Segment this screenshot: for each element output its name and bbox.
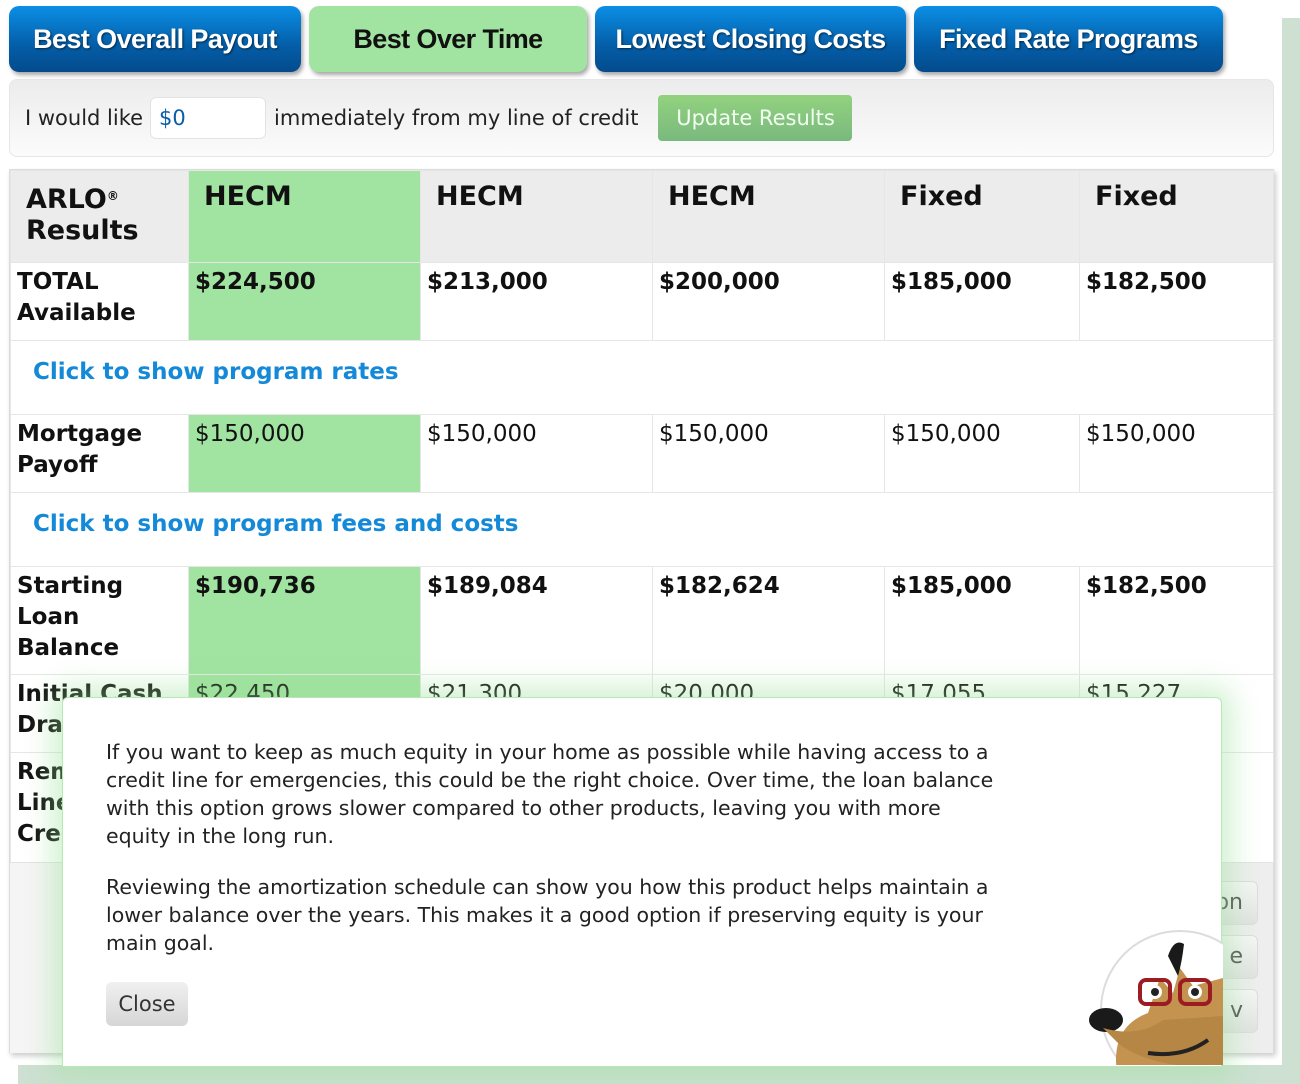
table-cell: $190,736 [188, 566, 421, 675]
results-word: Results [26, 215, 139, 246]
column-header: HECM [420, 170, 653, 263]
dog-mascot-icon [1089, 930, 1223, 1065]
tab-lowest-closing-costs[interactable]: Lowest Closing Costs [595, 6, 906, 72]
modal-paragraph: Reviewing the amortization schedule can … [106, 875, 989, 955]
row-label: Mortgage Payoff [10, 414, 189, 493]
table-row-fees-link: Click to show program fees and costs [10, 492, 1274, 567]
arlo-brand: ARLO [26, 184, 107, 215]
table-row-mortgage-payoff: Mortgage Payoff $150,000 $150,000 $150,0… [10, 414, 1274, 493]
table-cell: $185,000 [884, 262, 1080, 341]
column-header: Fixed [1079, 170, 1274, 263]
background-band-bottom [18, 1065, 1300, 1084]
modal-paragraph: If you want to keep as much equity in yo… [106, 740, 994, 848]
table-cell: $150,000 [1079, 414, 1274, 493]
explanation-modal: If you want to keep as much equity in yo… [62, 697, 1222, 1067]
table-cell: $185,000 [884, 566, 1080, 675]
table-cell: $182,624 [652, 566, 885, 675]
background-band-right [1282, 18, 1300, 1084]
registered-mark: ® [106, 189, 119, 203]
draw-suffix-text: immediately from my line of credit [274, 106, 639, 130]
close-button[interactable]: Close [106, 982, 188, 1026]
row-label: Starting Loan Balance [10, 566, 189, 675]
table-cell: $182,500 [1079, 262, 1274, 341]
tab-best-overall-payout[interactable]: Best Overall Payout [9, 6, 301, 72]
table-row-rates-link: Click to show program rates [10, 340, 1274, 415]
table-header-row: ARLO® Results HECM HECM HECM Fixed Fixed [10, 170, 1274, 263]
draw-prefix-text: I would like [25, 106, 144, 130]
results-tabs: Best Overall Payout Best Over Time Lowes… [9, 6, 1223, 72]
table-cell: $189,084 [420, 566, 653, 675]
table-row-starting-loan-balance: Starting Loan Balance $190,736 $189,084 … [10, 566, 1274, 675]
column-header: HECM [652, 170, 885, 263]
cash-draw-bar: I would like immediately from my line of… [9, 79, 1274, 157]
arlo-mascot-avatar [1088, 918, 1223, 1065]
column-header: HECM [188, 170, 421, 263]
row-label: TOTAL Available [10, 262, 189, 341]
arlo-results-label: ARLO® Results [10, 170, 189, 263]
table-cell: $150,000 [884, 414, 1080, 493]
table-cell: $150,000 [652, 414, 885, 493]
tab-fixed-rate-programs[interactable]: Fixed Rate Programs [914, 6, 1223, 72]
show-program-fees-link[interactable]: Click to show program fees and costs [33, 511, 519, 537]
tab-best-over-time[interactable]: Best Over Time [309, 6, 587, 72]
update-results-button[interactable]: Update Results [658, 95, 853, 141]
table-row-total-available: TOTAL Available $224,500 $213,000 $200,0… [10, 262, 1274, 341]
table-cell: $150,000 [420, 414, 653, 493]
show-program-rates-link[interactable]: Click to show program rates [33, 359, 399, 385]
column-header: Fixed [884, 170, 1080, 263]
draw-amount-input[interactable] [150, 97, 267, 139]
table-cell: $200,000 [652, 262, 885, 341]
table-cell: $150,000 [188, 414, 421, 493]
table-cell: $224,500 [188, 262, 421, 341]
table-cell: $182,500 [1079, 566, 1274, 675]
table-cell: $213,000 [420, 262, 653, 341]
